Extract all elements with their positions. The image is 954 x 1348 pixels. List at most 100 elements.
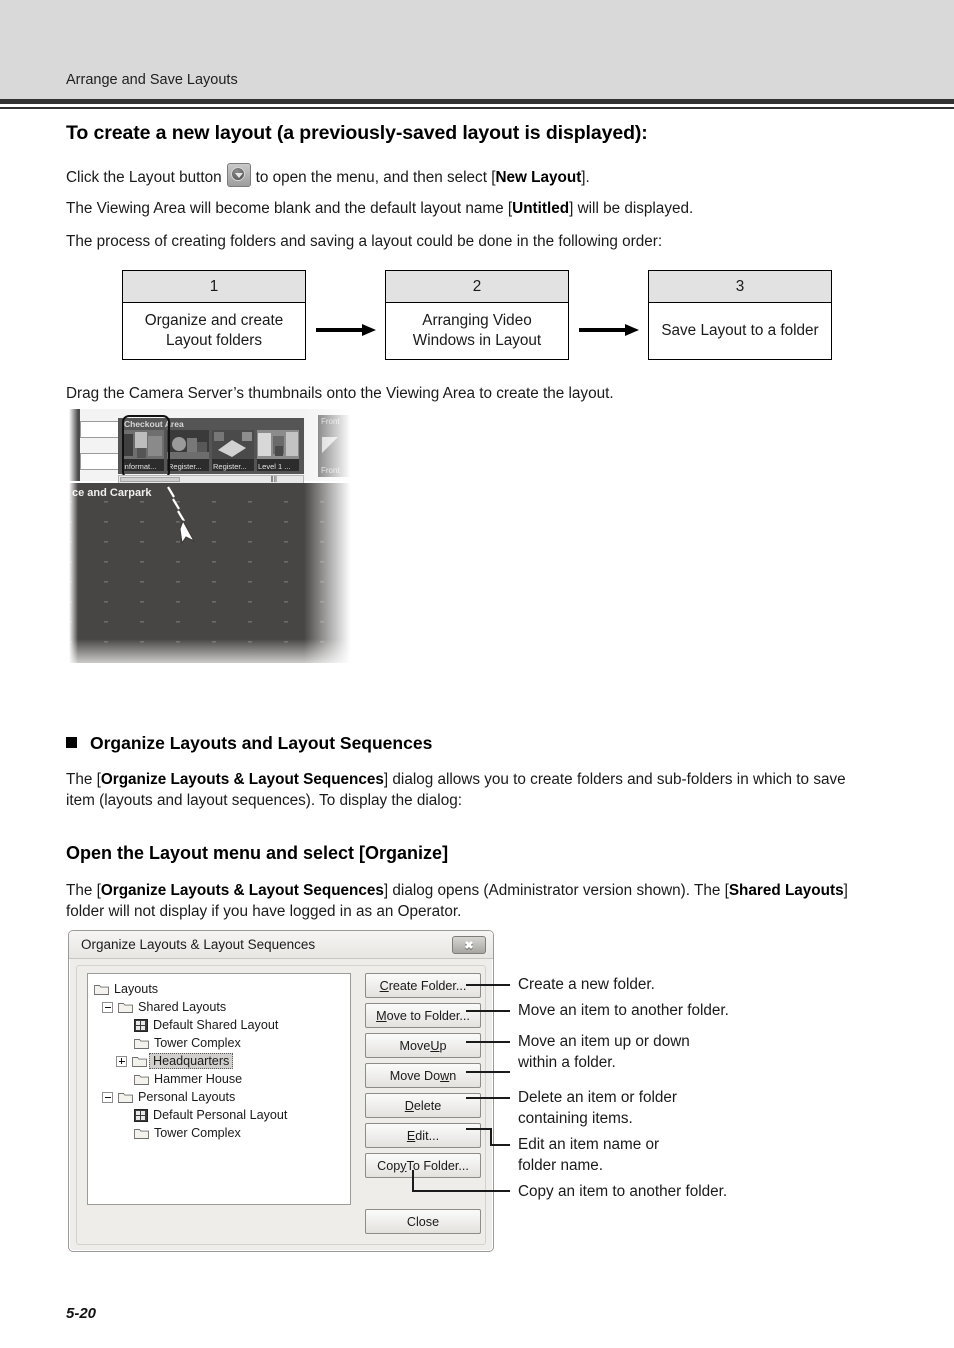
layouts-tree-view[interactable]: Layouts Shared Layouts Default Shared La… <box>87 973 351 1205</box>
para2-text-b: ] will be displayed. <box>569 200 694 217</box>
dialog-title-bar: Organize Layouts & Layout Sequences ✖ <box>69 931 493 959</box>
thumbnail-image <box>122 430 164 459</box>
org-p2-emphasis-1: Organize Layouts & Layout Sequences <box>100 882 384 899</box>
tree-item-tower-complex-personal[interactable]: Tower Complex <box>134 1124 346 1142</box>
delete-button[interactable]: Delete <box>365 1093 481 1118</box>
folder-icon <box>118 1001 133 1013</box>
thumbnail-item: Level 1 ... <box>257 430 299 471</box>
leader-line-move-up <box>466 1041 510 1043</box>
tree-item-default-shared-layout[interactable]: Default Shared Layout <box>134 1016 346 1034</box>
square-bullet-icon <box>66 737 77 748</box>
tree-item-tower-complex-shared[interactable]: Tower Complex <box>134 1034 346 1052</box>
tree-item-shared-layouts[interactable]: Shared Layouts <box>102 998 346 1016</box>
tree-item-label: Personal Layouts <box>138 1090 236 1104</box>
btn-mnemonic: C <box>379 978 389 993</box>
folder-icon <box>132 1055 147 1067</box>
annotation-move-up-down: Move an item up or down within a folder. <box>518 1033 690 1071</box>
para-text-part-c: ]. <box>581 169 590 186</box>
heading-organize-layouts: Organize Layouts and Layout Sequences <box>66 733 432 754</box>
scrollbar-thumb[interactable] <box>120 477 180 482</box>
leader-line-edit-a <box>466 1128 492 1130</box>
figure-drag-thumbnails-screenshot: Checkout Area informat... Register... Re… <box>68 409 358 677</box>
tree-item-personal-layouts[interactable]: Personal Layouts <box>102 1088 346 1106</box>
para2-emphasis-untitled: Untitled <box>512 200 570 217</box>
move-down-button[interactable]: Move Do w n <box>365 1063 481 1088</box>
tree-item-hammer-house[interactable]: Hammer House <box>134 1070 346 1088</box>
flow-step-2-number: 2 <box>386 271 568 303</box>
thumbnail-caption: informat... <box>123 462 157 471</box>
layout-button-icon <box>226 163 251 187</box>
btn-post: p <box>439 1038 447 1053</box>
close-icon[interactable]: ✖ <box>452 936 486 954</box>
para-text-part-b: to open the menu, and then select [ <box>255 169 496 186</box>
move-up-button[interactable]: Move Up <box>365 1033 481 1058</box>
org-p2-text-b: ] dialog opens (Administrator version sh… <box>383 882 729 899</box>
folder-icon <box>134 1073 149 1085</box>
para-emphasis-new-layout: New Layout <box>495 169 582 186</box>
tree-item-label: Shared Layouts <box>138 1000 227 1014</box>
para2-text-a: The Viewing Area will become blank and t… <box>66 200 513 217</box>
paragraph-organize-dialog-intro: The [Organize Layouts & Layout Sequences… <box>66 769 866 811</box>
tree-item-layouts[interactable]: Layouts <box>94 980 346 998</box>
tree-item-label: Hammer House <box>154 1072 243 1086</box>
expand-plus-icon[interactable] <box>116 1055 127 1067</box>
folder-icon <box>134 1037 149 1049</box>
tree-item-label: Tower Complex <box>154 1036 241 1050</box>
annotation-delete: Delete an item or folder containing item… <box>518 1089 677 1127</box>
btn-pre: Move Do <box>389 1068 441 1083</box>
create-folder-button[interactable]: Create Folder... <box>365 973 481 998</box>
figure-fade-bottom <box>68 639 358 677</box>
page-running-header: Arrange and Save Layouts <box>0 0 954 99</box>
flow-step-1-label: Organize and create Layout folders <box>144 312 284 349</box>
figure-fade-right <box>304 409 358 677</box>
paragraph-viewing-area-blank: The Viewing Area will become blank and t… <box>66 198 693 219</box>
process-flow-diagram: 1 Organize and create Layout folders 2 A… <box>0 270 954 362</box>
annotation-copy: Copy an item to another folder. <box>518 1183 728 1200</box>
thumbnail-image <box>167 430 209 459</box>
collapse-minus-icon[interactable] <box>102 1091 113 1103</box>
flow-arrow-1 <box>316 324 376 336</box>
heading-create-new-layout: To create a new layout (a previously-sav… <box>66 122 648 144</box>
btn-mnemonic: U <box>430 1038 440 1053</box>
folder-icon <box>118 1091 133 1103</box>
dialog-title: Organize Layouts & Layout Sequences <box>81 937 316 952</box>
tree-item-label: Default Shared Layout <box>153 1018 279 1032</box>
tree-item-label: Tower Complex <box>154 1126 241 1140</box>
camera-server-thumbnail-strip: Checkout Area informat... Register... Re… <box>118 418 304 474</box>
collapse-minus-icon[interactable] <box>102 1001 113 1013</box>
paragraph-drag-thumbnails: Drag the Camera Server’s thumbnails onto… <box>66 385 614 402</box>
thumbstrip-title: Checkout Area <box>124 419 184 429</box>
btn-mnemonic: M <box>376 1008 387 1023</box>
close-button[interactable]: Close <box>365 1209 481 1234</box>
tree-item-label-selected: Headquarters <box>149 1053 234 1069</box>
thumbnail-item: Register... <box>167 430 209 471</box>
btn-post: n <box>449 1068 457 1083</box>
btn-post: dit... <box>415 1128 440 1143</box>
heading-open-layout-menu: Open the Layout menu and select [Organiz… <box>66 843 449 863</box>
thumbnail-item: Register... <box>212 430 254 471</box>
tree-item-headquarters[interactable]: Headquarters <box>116 1052 346 1070</box>
btn-pre: Move <box>399 1038 431 1053</box>
flow-step-1: 1 Organize and create Layout folders <box>122 270 306 360</box>
copy-to-folder-button[interactable]: Cop y To Folder... <box>365 1153 481 1178</box>
thumbnail-caption: Register... <box>168 462 202 471</box>
para-text-part-a: Click the Layout button <box>66 169 222 186</box>
thumbnail-image <box>212 430 254 459</box>
tree-item-default-personal-layout[interactable]: Default Personal Layout <box>134 1106 346 1124</box>
leader-line-move-down <box>466 1071 510 1073</box>
leader-line-delete <box>466 1097 510 1099</box>
org-p2-text-a: The [ <box>66 882 101 899</box>
move-to-folder-button[interactable]: Move to Folder... <box>365 1003 481 1028</box>
tree-node-container: Layouts Shared Layouts Default Shared La… <box>88 974 350 1142</box>
btn-mnemonic: w <box>440 1068 450 1083</box>
edit-button[interactable]: Edit... <box>365 1123 481 1148</box>
thumbnail-caption: Register... <box>213 462 247 471</box>
btn-post: reate Folder... <box>388 978 467 993</box>
heading-organize-layouts-text: Organize Layouts and Layout Sequences <box>90 733 433 753</box>
paragraph-process-order: The process of creating folders and savi… <box>66 233 663 250</box>
org-p1-emphasis: Organize Layouts & Layout Sequences <box>100 771 384 788</box>
leader-line-move-to-folder <box>466 1010 510 1012</box>
paragraph-click-layout-button: Click the Layout button to open the menu,… <box>66 163 590 188</box>
leader-line-edit-c <box>490 1144 510 1146</box>
flow-step-3-label: Save Layout to a folder <box>661 322 819 339</box>
